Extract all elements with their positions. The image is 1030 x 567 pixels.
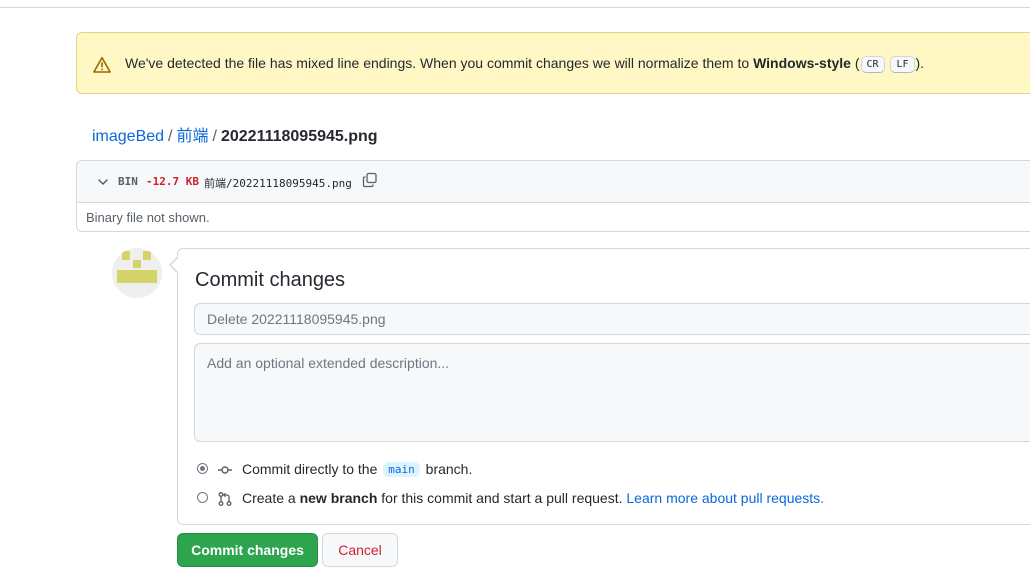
binary-file-message: Binary file not shown. [86, 210, 210, 225]
breadcrumb-repo-link[interactable]: imageBed [92, 128, 164, 145]
commit-changes-button[interactable]: Commit changes [177, 533, 318, 567]
identicon-icon [117, 251, 157, 283]
new-branch-text-end: for this commit and start a pull request… [377, 490, 627, 506]
avatar[interactable] [112, 248, 162, 298]
paren-close: ). [915, 55, 925, 71]
option-commit-directly[interactable]: Commit directly to the main branch. [197, 460, 517, 480]
warning-text: We've detected the file has mixed line e… [125, 55, 754, 71]
breadcrumb-folder-link[interactable]: 前端 [177, 128, 209, 145]
new-branch-text: Create a [242, 490, 300, 506]
breadcrumb-separator: / [168, 128, 173, 145]
git-commit-icon [218, 466, 232, 474]
alert-icon [93, 56, 111, 73]
chevron-down-icon[interactable] [97, 176, 109, 188]
file-diff-header: BIN -12.7 KB 前端/20221118095945.png [77, 161, 1030, 203]
comment-pointer-fill [171, 258, 178, 272]
cancel-button[interactable]: Cancel [322, 533, 398, 567]
breadcrumb: imageBed / 前端/20221118095945.png [92, 122, 378, 146]
commit-summary-input[interactable] [194, 303, 1030, 335]
binary-badge: BIN [118, 175, 138, 188]
line-endings-warning: We've detected the file has mixed line e… [76, 32, 1030, 94]
paren-open: ( [850, 55, 860, 71]
kbd-lf: LF [890, 56, 915, 73]
breadcrumb-separator: / [212, 128, 217, 145]
radio-new-branch[interactable] [197, 492, 208, 503]
file-path: 前端/20221118095945.png [204, 177, 352, 190]
commit-description-input[interactable] [194, 343, 1030, 442]
radio-commit-directly[interactable] [197, 463, 208, 474]
branch-name: main [383, 462, 420, 477]
new-branch-bold: new branch [299, 490, 378, 506]
option-new-branch-label: Create a new branch for this commit and … [242, 490, 824, 506]
commit-directly-text-end: branch. [425, 461, 473, 477]
warning-message: We've detected the file has mixed line e… [125, 55, 924, 73]
size-change: -12.7 KB [146, 175, 199, 188]
line-ending-style: Windows-style [753, 55, 851, 71]
breadcrumb-file: 20221118095945.png [220, 128, 378, 145]
copy-icon[interactable] [362, 172, 378, 188]
learn-more-pull-requests-link[interactable]: Learn more about pull requests. [626, 490, 824, 506]
kbd-cr: CR [860, 56, 885, 73]
git-pull-request-icon [218, 492, 232, 506]
option-commit-directly-label: Commit directly to the main branch. [242, 461, 472, 477]
option-new-branch[interactable]: Create a new branch for this commit and … [197, 489, 837, 509]
commit-directly-text: Commit directly to the [242, 461, 378, 477]
file-diff: BIN -12.7 KB 前端/20221118095945.png Binar… [76, 160, 1030, 232]
commit-form-title: Commit changes [195, 269, 346, 291]
top-border [0, 0, 1030, 8]
